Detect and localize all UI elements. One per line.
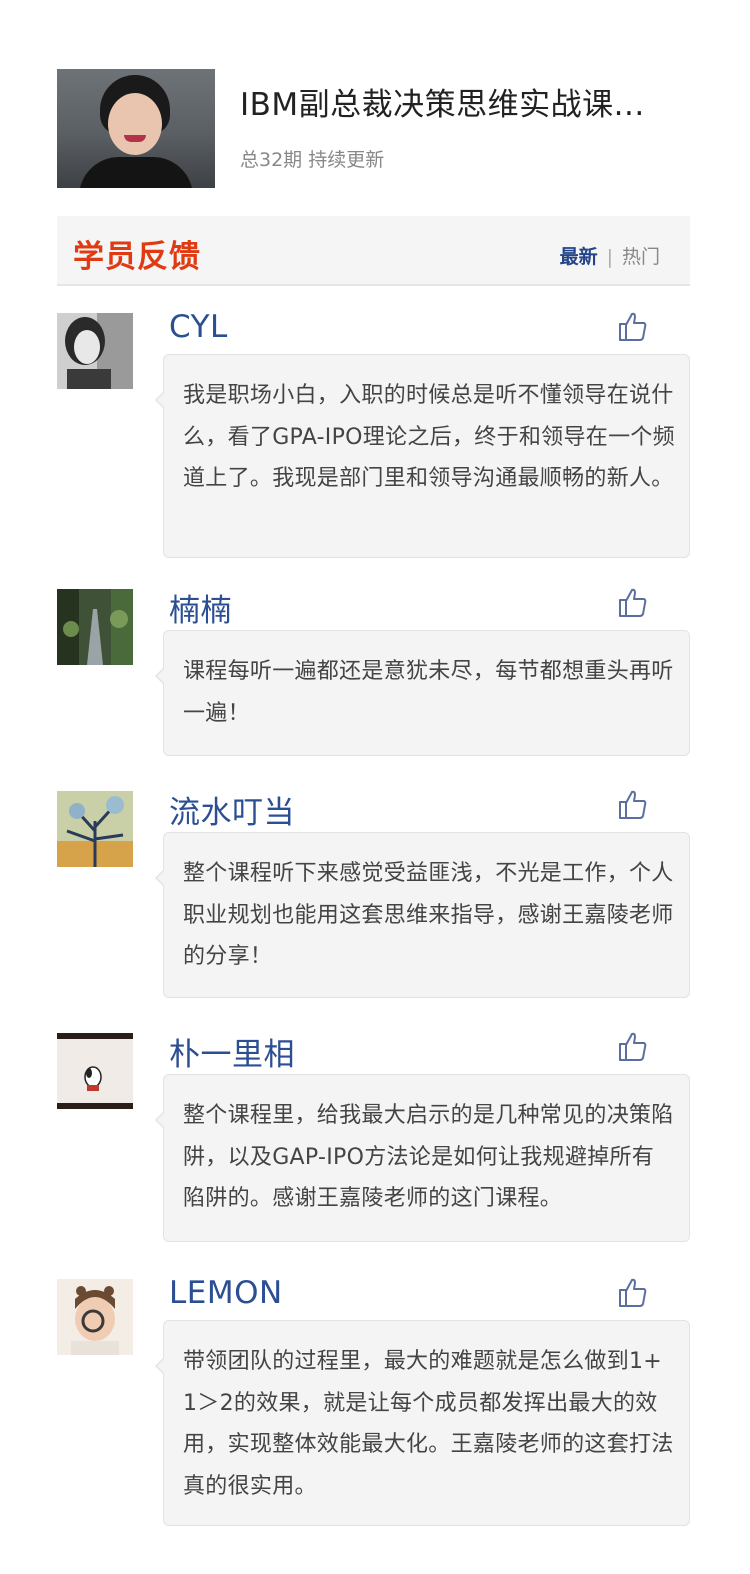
review-bubble: 整个课程听下来感觉受益匪浅，不光是工作，个人职业规划也能用这套思维来指导，感谢王… bbox=[155, 832, 690, 998]
review-bubble: 带领团队的过程里，最大的难题就是怎么做到1+1＞2的效果，就是让每个成员都发挥出… bbox=[155, 1320, 690, 1526]
avatar bbox=[57, 791, 133, 867]
reviewer-name: CYL bbox=[169, 309, 228, 345]
course-title: IBM副总裁决策思维实战课... bbox=[240, 87, 645, 123]
review-bubble: 整个课程里，给我最大启示的是几种常见的决策陷阱，以及GAP-IPO方法论是如何让… bbox=[155, 1074, 690, 1242]
reviewer-name: LEMON bbox=[169, 1275, 283, 1311]
tab-hot[interactable]: 热门 bbox=[622, 242, 660, 269]
review-text: 整个课程里，给我最大启示的是几种常见的决策陷阱，以及GAP-IPO方法论是如何让… bbox=[183, 1103, 674, 1211]
reviewer-name: 流水叮当 bbox=[169, 795, 295, 831]
tab-divider: | bbox=[606, 246, 613, 268]
reviewer-name: 楠楠 bbox=[169, 593, 232, 629]
course-subtitle: 总32期 持续更新 bbox=[240, 149, 385, 171]
review-bubble: 我是职场小白，入职的时候总是听不懂领导在说什么，看了GPA-IPO理论之后，终于… bbox=[155, 354, 690, 558]
course-cover-image bbox=[57, 69, 215, 188]
reviewer-name: 朴一里相 bbox=[169, 1037, 295, 1073]
thumbs-up-icon[interactable] bbox=[617, 1031, 649, 1063]
avatar bbox=[57, 589, 133, 665]
thumbs-up-icon[interactable] bbox=[617, 587, 649, 619]
avatar bbox=[57, 313, 133, 389]
course-header[interactable]: IBM副总裁决策思维实战课... 总32期 持续更新 bbox=[57, 69, 690, 189]
avatar bbox=[57, 1033, 133, 1109]
feedback-section-header: 学员反馈 最新 | 热门 bbox=[57, 216, 690, 286]
avatar bbox=[57, 1279, 133, 1355]
sort-tabs: 最新 | 热门 bbox=[560, 242, 660, 269]
thumbs-up-icon[interactable] bbox=[617, 789, 649, 821]
review-text: 课程每听一遍都还是意犹未尽，每节都想重头再听一遍！ bbox=[183, 659, 674, 726]
thumbs-up-icon[interactable] bbox=[617, 311, 649, 343]
review-bubble: 课程每听一遍都还是意犹未尽，每节都想重头再听一遍！ bbox=[155, 630, 690, 756]
review-text: 我是职场小白，入职的时候总是听不懂领导在说什么，看了GPA-IPO理论之后，终于… bbox=[183, 383, 675, 491]
section-title: 学员反馈 bbox=[73, 239, 201, 275]
review-text: 带领团队的过程里，最大的难题就是怎么做到1+1＞2的效果，就是让每个成员都发挥出… bbox=[183, 1349, 674, 1499]
review-text: 整个课程听下来感觉受益匪浅，不光是工作，个人职业规划也能用这套思维来指导，感谢王… bbox=[183, 861, 674, 969]
thumbs-up-icon[interactable] bbox=[617, 1277, 649, 1309]
tab-latest[interactable]: 最新 bbox=[560, 242, 598, 269]
